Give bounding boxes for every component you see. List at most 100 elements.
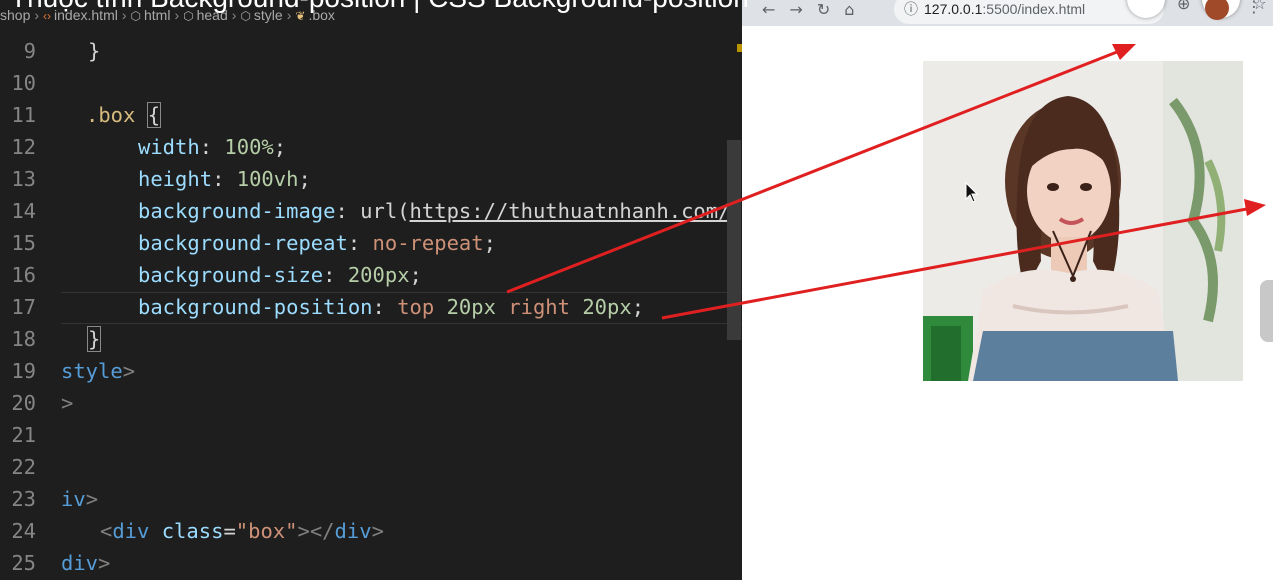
code-line[interactable]: 19 style> xyxy=(0,355,742,387)
code-text: height: 100vh; xyxy=(138,167,311,191)
line-number: 23 xyxy=(11,487,36,511)
url-path: :5500/index.html xyxy=(982,1,1086,17)
code-text: } xyxy=(86,323,102,355)
code-text: <div class="box"></div> xyxy=(100,515,384,547)
url-host: 127.0.0.1 xyxy=(924,1,983,17)
html-tag: style xyxy=(61,359,123,383)
css-value: 200px xyxy=(347,263,410,287)
code-line[interactable]: 20 > xyxy=(0,387,742,419)
code-text: background-repeat: no-repeat; xyxy=(138,231,496,255)
css-value: 100vh xyxy=(236,167,299,191)
video-title: Thuộc tính Background-position | CSS Bac… xyxy=(10,0,749,14)
overlay-circle-button[interactable] xyxy=(1127,0,1165,18)
portrait-photo xyxy=(923,61,1243,381)
line-number: 17 xyxy=(11,295,36,319)
html-punctuation: ></ xyxy=(297,519,335,543)
code-text: } xyxy=(88,39,101,63)
css-property: background-repeat xyxy=(138,231,348,255)
line-number: 22 xyxy=(11,455,36,479)
back-icon[interactable]: ← xyxy=(762,0,775,19)
line-number: 25 xyxy=(11,551,36,575)
code-line[interactable]: 22 xyxy=(0,451,742,483)
browser-window: ← → ↻ ⌂ ⓘ 127.0.0.1:5500/index.html ⊕ ☆ ⋮ xyxy=(742,0,1273,580)
code-line[interactable]: 23 iv> xyxy=(0,483,742,515)
browser-toolbar: ← → ↻ ⌂ ⓘ 127.0.0.1:5500/index.html ⊕ ☆ ⋮ xyxy=(742,0,1273,26)
code-line[interactable]: 14 background-image: url(https://thuthuat… xyxy=(0,195,742,227)
html-punctuation: > xyxy=(85,487,99,511)
css-property: background-image xyxy=(138,199,336,223)
kebab-menu-icon[interactable]: ⋮ xyxy=(1246,0,1262,16)
css-brace: { xyxy=(146,102,162,128)
html-punctuation: > xyxy=(122,359,136,383)
html-punctuation: > xyxy=(371,519,384,543)
line-number: 18 xyxy=(11,327,36,351)
css-url-link[interactable]: https://thuthuatnhanh.com/ xyxy=(410,199,731,223)
css-selector: .box xyxy=(86,103,136,127)
css-value: no-repeat xyxy=(372,231,484,255)
forward-icon[interactable]: → xyxy=(789,0,802,19)
css-property: background-position xyxy=(138,295,373,319)
html-tag: div xyxy=(61,551,99,575)
info-icon[interactable]: ⓘ xyxy=(904,1,918,17)
box-background-image xyxy=(923,61,1243,381)
html-tag: div xyxy=(112,519,150,543)
code-line[interactable]: 13 height: 100vh; xyxy=(0,163,742,195)
code-line[interactable]: 24 <div class="box"></div> xyxy=(0,515,742,547)
css-brace: } xyxy=(86,326,102,352)
line-number: 19 xyxy=(11,359,36,383)
code-line[interactable]: 12 width: 100%; xyxy=(0,131,742,163)
code-line[interactable]: 16 background-size: 200px; xyxy=(0,259,742,291)
html-tag: div xyxy=(334,519,372,543)
html-punctuation: < xyxy=(100,519,113,543)
code-text: .box { xyxy=(86,99,162,131)
code-line[interactable]: 18} xyxy=(0,323,742,355)
line-number: 21 xyxy=(11,423,36,447)
home-icon[interactable]: ⌂ xyxy=(844,0,854,19)
css-value: 20px xyxy=(446,295,496,319)
code-line[interactable]: 25 div> xyxy=(0,547,742,579)
code-line[interactable]: 21 xyxy=(0,419,742,451)
line-number: 11 xyxy=(11,103,36,127)
line-number: 9 xyxy=(23,39,36,63)
code-line[interactable]: 11 .box { xyxy=(0,99,742,131)
navigation-buttons: ← → ↻ ⌂ xyxy=(762,0,868,19)
cursor-icon xyxy=(965,182,979,203)
css-keyword: top xyxy=(397,295,435,319)
code-line[interactable]: 9} xyxy=(0,35,742,67)
line-number: 20 xyxy=(11,391,36,415)
code-text: background-image: url(https://thuthuatnh… xyxy=(138,199,731,223)
code-line[interactable]: 17 background-position: top 20px right 20… xyxy=(0,291,742,323)
code-line[interactable]: 10 xyxy=(0,67,742,99)
line-number: 14 xyxy=(11,199,36,223)
css-property: width xyxy=(138,135,200,159)
reload-icon[interactable]: ↻ xyxy=(817,0,830,19)
line-number: 15 xyxy=(11,231,36,255)
line-number: 13 xyxy=(11,167,36,191)
code-editor[interactable]: shop › ‹› index.html › ⬡ html › ⬡ head › ⬡ style › ❦ .b… xyxy=(0,0,742,580)
address-bar[interactable]: ⓘ 127.0.0.1:5500/index.html xyxy=(894,0,1164,24)
line-number: 10 xyxy=(11,71,36,95)
line-number: 12 xyxy=(11,135,36,159)
css-keyword: right xyxy=(508,295,570,319)
code-text: width: 100%; xyxy=(138,135,287,159)
code-text: background-position: top 20px right 20px… xyxy=(138,295,645,319)
code-line[interactable]: 15 background-repeat: no-repeat; xyxy=(0,227,742,259)
code-text: style> xyxy=(61,355,135,387)
html-attribute: class xyxy=(161,519,224,543)
css-property: height xyxy=(138,167,213,191)
side-panel-handle[interactable] xyxy=(1260,280,1273,342)
html-equals: = xyxy=(223,519,236,543)
css-function: url( xyxy=(360,199,410,223)
css-value: 20px xyxy=(582,295,632,319)
css-value: 100% xyxy=(224,135,274,159)
html-punctuation: > xyxy=(98,551,111,575)
html-tag: iv xyxy=(61,487,86,511)
line-number: 16 xyxy=(11,263,36,287)
code-text: > xyxy=(61,391,74,415)
editor-scrollbar[interactable] xyxy=(727,140,741,340)
html-attribute-value: "box" xyxy=(235,519,298,543)
css-property: background-size xyxy=(138,263,324,287)
line-number: 24 xyxy=(11,519,36,543)
code-text: background-size: 200px; xyxy=(138,263,422,287)
zoom-icon[interactable]: ⊕ xyxy=(1177,0,1190,13)
